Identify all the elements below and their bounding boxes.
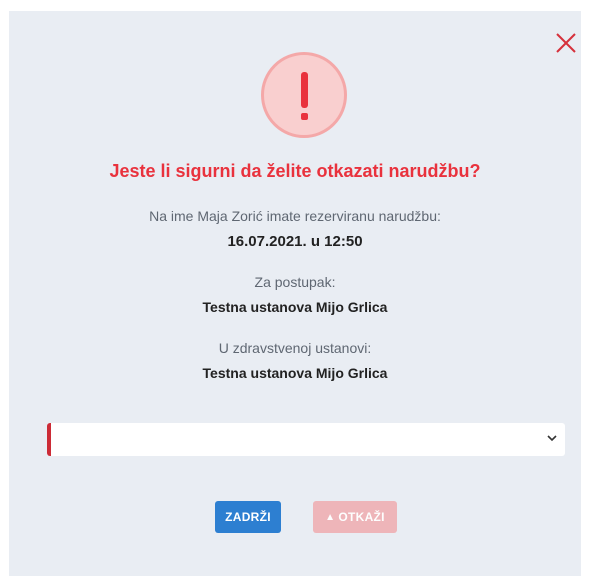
keep-button[interactable]: ZADRŽI [215, 501, 281, 533]
cancel-button-label: OTKAŽI [338, 510, 385, 524]
close-x-glyph [556, 33, 576, 53]
reservation-datetime: 16.07.2021. u 12:50 [227, 233, 363, 250]
cancel-order-dialog: Jeste li sigurni da želite otkazati naru… [9, 11, 581, 576]
procedure-label: Za postupak: [254, 274, 336, 290]
exclamation-bar [301, 72, 308, 108]
dialog-title: Jeste li sigurni da želite otkazati naru… [109, 161, 481, 181]
keep-button-label: ZADRŽI [225, 510, 271, 524]
institution-label: U zdravstvenoj ustanovi: [218, 340, 372, 356]
reservation-intro: Na ime Maja Zorić imate rezerviranu naru… [149, 208, 441, 224]
exclamation-dot [301, 113, 308, 120]
chevron-down-icon [547, 435, 557, 442]
cancel-reason-select[interactable] [47, 423, 565, 456]
warning-triangle-icon: ▲ [325, 512, 336, 523]
close-icon[interactable] [553, 30, 579, 56]
institution-value: Testna ustanova Mijo Grlica [202, 365, 388, 381]
procedure-value: Testna ustanova Mijo Grlica [202, 299, 388, 315]
cancel-order-button[interactable]: ▲ OTKAŽI [313, 501, 397, 533]
exclamation-icon [261, 52, 347, 138]
